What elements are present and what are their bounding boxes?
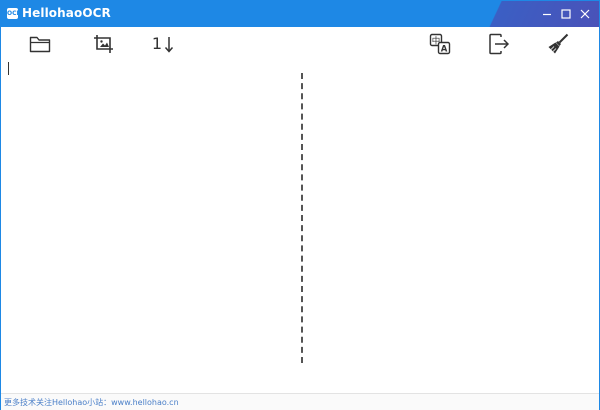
maximize-button[interactable] [556, 1, 576, 27]
close-icon [580, 9, 590, 19]
maximize-icon [561, 9, 571, 19]
text-caret [8, 62, 9, 75]
window-title: HellohaoOCR [22, 6, 111, 20]
pane-divider [301, 73, 303, 363]
translate-target-glyph: A [441, 45, 448, 55]
translate-button[interactable]: 中 A [427, 32, 453, 56]
open-file-button[interactable] [27, 32, 53, 56]
ocr-output-textarea[interactable] [307, 59, 597, 393]
ocr-input-textarea[interactable] [3, 59, 297, 393]
translate-icon: 中 A [429, 33, 451, 55]
title-bar[interactable]: OCR HellohaoOCR [1, 1, 599, 27]
close-button[interactable] [575, 1, 595, 27]
minimize-button[interactable] [537, 1, 557, 27]
status-link[interactable]: 更多技术关注Hellohao小站：www.hellohao.cn [4, 397, 179, 408]
app-logo-icon: OCR [7, 8, 22, 19]
sort-number-label: 1 [151, 34, 163, 53]
crop-image-icon [94, 35, 113, 53]
export-button[interactable] [486, 32, 512, 56]
sort-icon [165, 37, 174, 53]
screenshot-ocr-button[interactable] [91, 32, 117, 56]
minimize-icon [543, 13, 551, 16]
export-icon [489, 33, 510, 55]
clear-button[interactable] [545, 32, 571, 56]
app-window: OCR HellohaoOCR 1 中 A 更多技术关注Hellohao小站：w… [0, 0, 600, 410]
broom-clear-icon [548, 33, 569, 54]
folder-icon [29, 36, 51, 53]
status-bar: 更多技术关注Hellohao小站：www.hellohao.cn [1, 393, 599, 410]
sort-button[interactable]: 1 [150, 32, 176, 56]
toolbar: 1 中 A [1, 27, 599, 61]
